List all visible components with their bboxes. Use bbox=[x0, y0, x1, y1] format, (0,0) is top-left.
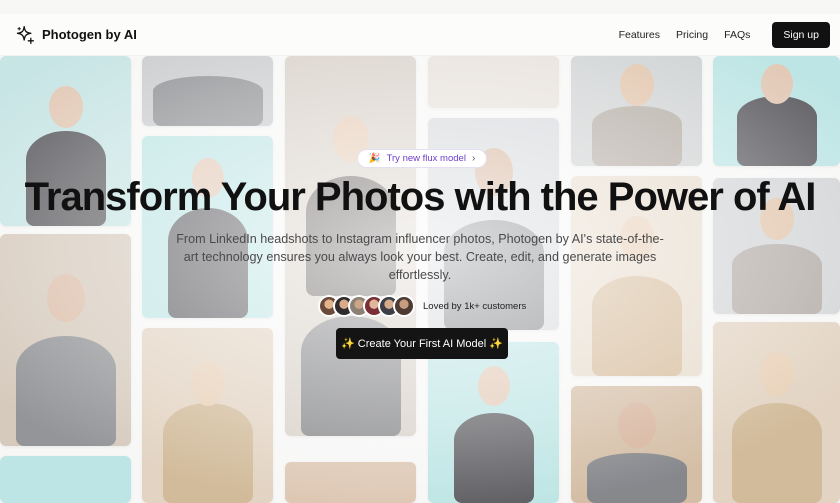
chevron-right-icon: › bbox=[471, 153, 476, 164]
avatar bbox=[393, 295, 415, 317]
social-proof: Loved by 1k+ customers bbox=[318, 293, 526, 319]
customer-avatars bbox=[318, 295, 415, 317]
hero-section: 🎉 Try new flux model › Transform Your Ph… bbox=[0, 0, 840, 503]
create-model-button[interactable]: ✨ Create Your First AI Model ✨ bbox=[336, 328, 508, 359]
hero-subtitle: From LinkedIn headshots to Instagram inf… bbox=[176, 232, 664, 282]
new-model-pill[interactable]: 🎉 Try new flux model › bbox=[357, 149, 487, 168]
hero-headline: Transform Your Photos with the Power of … bbox=[24, 175, 817, 219]
pill-label: Try new flux model bbox=[386, 153, 466, 164]
social-proof-text: Loved by 1k+ customers bbox=[423, 300, 527, 312]
party-emoji-icon: 🎉 bbox=[368, 153, 381, 164]
